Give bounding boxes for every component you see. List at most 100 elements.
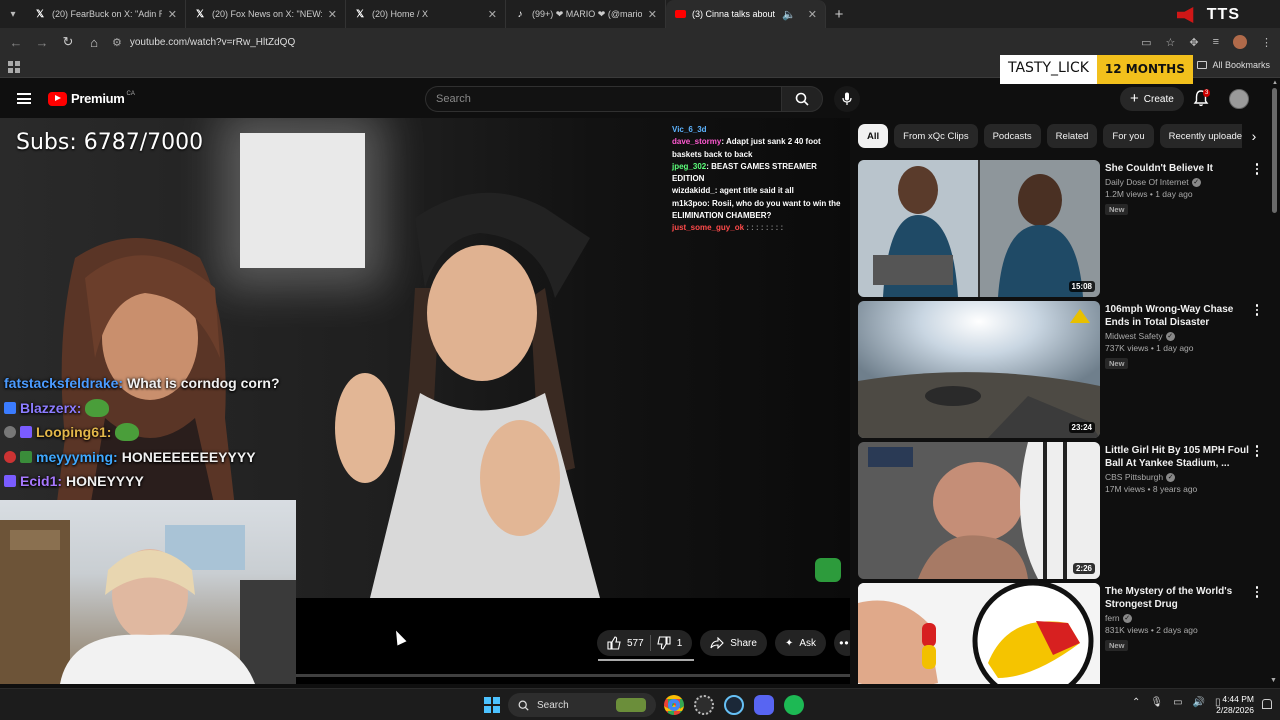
verified-check-icon: ✓ <box>1122 613 1132 623</box>
more-options-icon[interactable] <box>1252 303 1262 317</box>
close-tab-icon[interactable]: ✕ <box>808 8 817 21</box>
close-tab-icon[interactable]: ✕ <box>488 8 497 21</box>
cast-icon[interactable]: ▭ <box>1141 36 1151 49</box>
microphone-icon[interactable]: 🎙 <box>1150 697 1163 708</box>
scroll-up-arrow-icon[interactable]: ▲ <box>1272 80 1278 86</box>
like-count[interactable]: 577 <box>627 638 644 649</box>
browser-tab-2[interactable]: 𝕏 (20) Fox News on X: "NEW: U.S. ✕ <box>186 0 346 28</box>
video-title[interactable]: The Mystery of the World's Strongest Dru… <box>1105 585 1250 611</box>
recommended-video[interactable]: 15:08 She Couldn't Believe It Daily Dose… <box>858 160 1270 297</box>
taskbar-clock[interactable]: 4:44 PM 2/28/2026 <box>1214 694 1254 716</box>
close-tab-icon[interactable]: ✕ <box>168 8 177 21</box>
youtube-logo[interactable]: Premium CA <box>48 91 135 106</box>
video-title[interactable]: She Couldn't Believe It <box>1105 162 1250 175</box>
new-badge: New <box>1105 204 1129 215</box>
video-progress-bar[interactable] <box>296 674 850 677</box>
more-actions-button[interactable]: ••• <box>834 630 850 656</box>
recommended-video[interactable]: 23:24 106mph Wrong-Way Chase Ends in Tot… <box>858 301 1270 438</box>
thumbs-down-icon[interactable] <box>657 636 671 650</box>
video-thumbnail[interactable]: 2:26 <box>858 442 1100 579</box>
video-player[interactable]: Subs: 6787/7000 Vic_6_3d dave_stormy: Ad… <box>0 118 850 684</box>
chip-for-you[interactable]: For you <box>1103 124 1154 148</box>
search-button[interactable] <box>781 86 823 112</box>
chevron-right-icon[interactable]: › <box>1242 124 1266 148</box>
filter-chip-bar: All From xQc Clips Podcasts Related For … <box>858 124 1270 148</box>
channel-name[interactable]: CBS Pittsburgh ✓ <box>1105 472 1250 482</box>
discord-icon[interactable] <box>754 695 774 715</box>
like-ratio-bar <box>598 659 694 661</box>
thumbnail-image <box>858 583 1100 684</box>
browser-tab-1[interactable]: 𝕏 (20) FearBuck on X: "Adin Ross ✕ <box>26 0 186 28</box>
channel-name[interactable]: Midwest Safety ✓ <box>1105 331 1250 341</box>
video-stats: 17M views • 8 years ago <box>1105 484 1198 494</box>
more-options-icon[interactable] <box>1252 162 1262 176</box>
windows-taskbar: Search ⌃ 🎙 ▭ 🔊 ▯ 4:44 PM 2/28/2026 <box>0 688 1280 720</box>
chip-podcasts[interactable]: Podcasts <box>983 124 1041 148</box>
notification-center-icon[interactable] <box>1262 699 1272 709</box>
scroll-down-arrow-icon[interactable]: ▼ <box>1270 677 1277 684</box>
thumbnail-image <box>858 160 1100 297</box>
chip-related[interactable]: Related <box>1046 124 1098 148</box>
close-tab-icon[interactable]: ✕ <box>648 8 657 21</box>
new-tab-button[interactable]: + <box>826 6 852 23</box>
chrome-icon[interactable] <box>664 695 684 715</box>
url-field[interactable]: ⚙ youtube.com/watch?v=rRw_HltZdQQ <box>112 31 1132 53</box>
chat-username: Ecid1: <box>20 473 63 489</box>
ask-button[interactable]: ✦ Ask <box>774 630 826 656</box>
thumbs-up-icon[interactable] <box>607 636 621 650</box>
forward-arrow-icon[interactable]: → <box>34 35 50 50</box>
video-duration: 15:08 <box>1068 281 1095 292</box>
search-input[interactable]: Search <box>425 86 781 112</box>
spotify-icon[interactable] <box>784 695 804 715</box>
voice-search-button[interactable] <box>834 86 860 112</box>
mute-tab-icon[interactable]: 🔈 <box>782 8 796 21</box>
dislike-count[interactable]: 1 <box>677 638 683 649</box>
recommended-video[interactable]: The Mystery of the World's Strongest Dru… <box>858 583 1270 684</box>
back-arrow-icon[interactable]: ← <box>8 35 24 50</box>
settings-gear-icon[interactable] <box>694 695 714 715</box>
video-title[interactable]: 106mph Wrong-Way Chase Ends in Total Dis… <box>1105 303 1250 329</box>
chat-username: Looping61: <box>36 424 112 440</box>
chip-all[interactable]: All <box>858 124 889 148</box>
prime-badge-icon <box>20 426 32 439</box>
webcam-scene <box>0 520 296 684</box>
site-info-icon[interactable]: ⚙ <box>112 36 122 49</box>
tab-search-icon[interactable]: ▾ <box>0 0 26 28</box>
chevron-up-icon[interactable]: ⌃ <box>1132 697 1140 708</box>
extensions-puzzle-icon[interactable]: ✥ <box>1189 36 1198 49</box>
create-label: Create <box>1143 93 1174 105</box>
hamburger-menu-icon[interactable] <box>17 93 31 104</box>
more-options-icon[interactable] <box>1252 444 1262 458</box>
video-thumbnail[interactable] <box>858 583 1100 684</box>
apps-grid-icon[interactable] <box>8 60 20 73</box>
close-tab-icon[interactable]: ✕ <box>328 8 337 21</box>
reload-icon[interactable]: ↻ <box>60 34 76 50</box>
video-title[interactable]: Little Girl Hit By 105 MPH Foul Ball At … <box>1105 444 1250 470</box>
taskbar-search-box[interactable]: Search <box>508 693 656 717</box>
profile-avatar[interactable] <box>1233 35 1247 49</box>
volume-icon[interactable]: 🔊 <box>1193 697 1205 708</box>
channel-name[interactable]: Daily Dose Of Internet ✓ <box>1105 177 1250 187</box>
create-button[interactable]: + Create <box>1120 87 1184 111</box>
bookmark-star-icon[interactable]: ☆ <box>1165 36 1175 49</box>
home-icon[interactable]: ⌂ <box>86 35 102 50</box>
more-options-icon[interactable] <box>1252 585 1262 599</box>
channel-label: Daily Dose Of Internet <box>1105 177 1189 187</box>
windows-start-icon[interactable] <box>484 697 500 713</box>
browser-menu-icon[interactable]: ⋮ <box>1261 36 1272 49</box>
chip-from-channel[interactable]: From xQc Clips <box>894 124 978 148</box>
channel-name[interactable]: fern ✓ <box>1105 613 1250 623</box>
account-avatar[interactable] <box>1229 89 1249 109</box>
video-thumbnail[interactable]: 23:24 <box>858 301 1100 438</box>
all-bookmarks-button[interactable]: All Bookmarks <box>1197 60 1270 70</box>
browser-tab-4[interactable]: ♪ (99+) ❤ MARIO ❤ (@mario_m ✕ <box>506 0 666 28</box>
video-thumbnail[interactable]: 15:08 <box>858 160 1100 297</box>
page-scrollbar[interactable] <box>1272 88 1277 213</box>
recommended-video[interactable]: 2:26 Little Girl Hit By 105 MPH Foul Bal… <box>858 442 1270 579</box>
browser-tab-5[interactable]: (3) Cinna talks about xQc's 🔈 ✕ <box>666 0 826 28</box>
reading-list-icon[interactable]: ≡ <box>1213 36 1219 48</box>
steam-icon[interactable] <box>724 695 744 715</box>
network-icon[interactable]: ▭ <box>1173 697 1182 708</box>
share-button[interactable]: Share <box>700 630 767 656</box>
browser-tab-3[interactable]: 𝕏 (20) Home / X ✕ <box>346 0 506 28</box>
